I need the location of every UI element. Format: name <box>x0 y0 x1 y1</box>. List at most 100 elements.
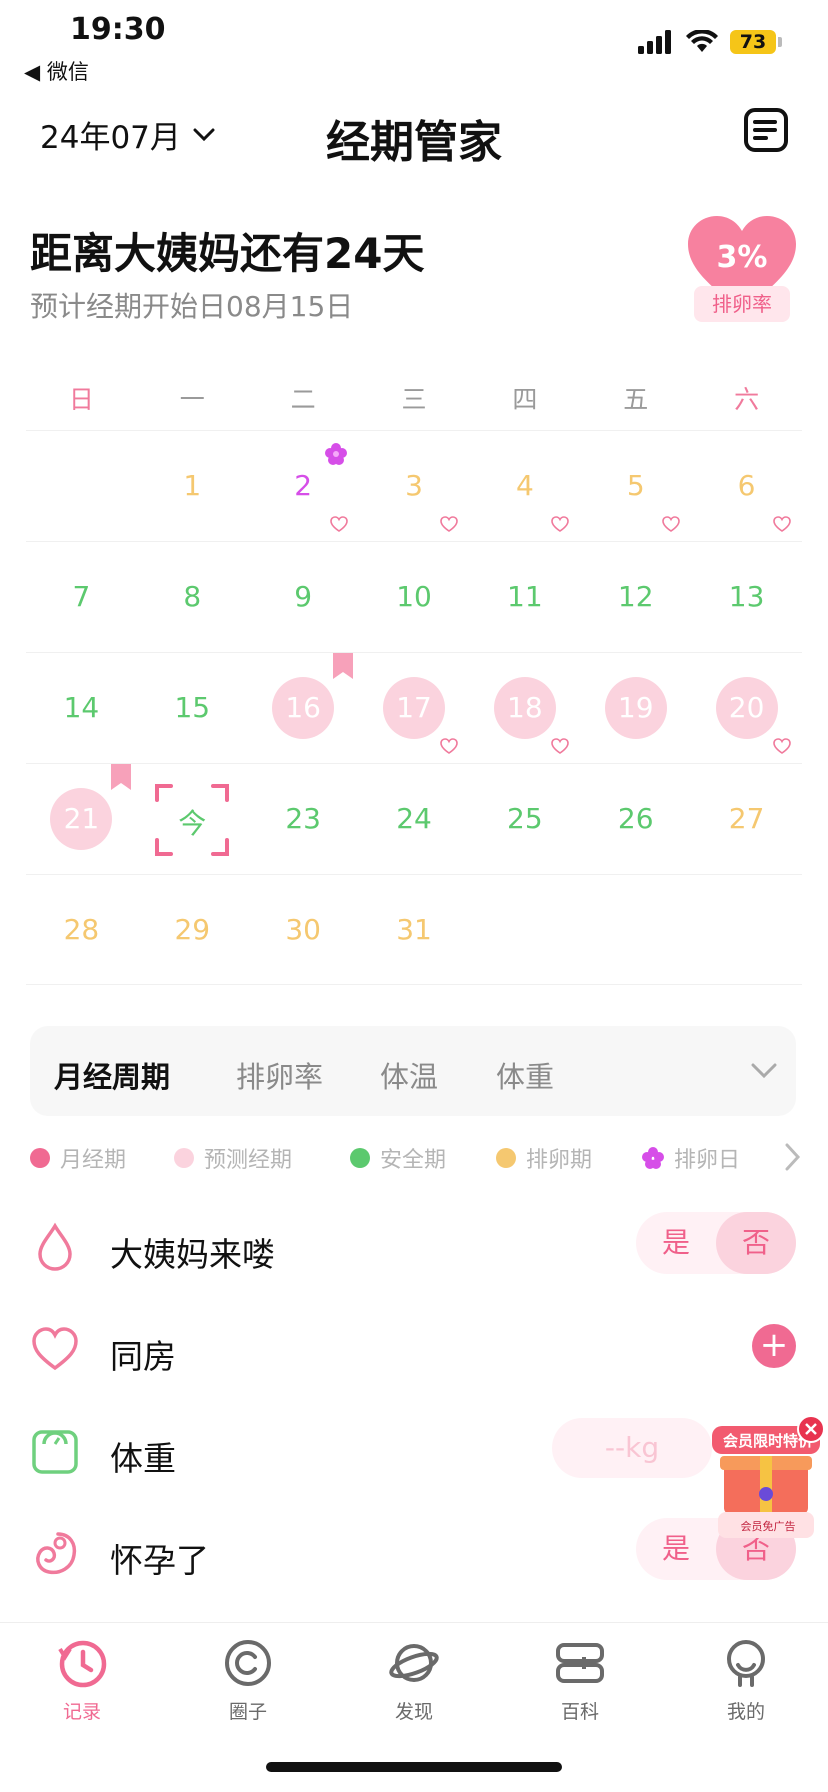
calendar-day[interactable]: 8 <box>137 542 248 652</box>
no-option[interactable]: 否 <box>716 1212 796 1274</box>
legend-dot <box>496 1148 516 1168</box>
notes-icon[interactable] <box>742 106 790 154</box>
calendar-day[interactable]: 2 <box>248 431 359 541</box>
chevron-right-icon[interactable] <box>782 1142 802 1172</box>
calendar-day[interactable]: 3 <box>359 431 470 541</box>
status-bar: 19:30 ◀ 微信 73 <box>0 0 828 88</box>
day-number: 5 <box>626 469 645 502</box>
legend-label: 排卵期 <box>526 1148 593 1173</box>
weight-input[interactable]: --kg <box>552 1418 712 1478</box>
chevron-down-icon[interactable] <box>750 1056 778 1084</box>
chart-tabs: 月经周期 排卵率 体温 体重 <box>30 1026 796 1116</box>
day-number: 23 <box>285 802 321 835</box>
calendar-day[interactable]: 16 <box>248 653 359 763</box>
legend-ovulation-day: 排卵日 <box>642 1142 740 1174</box>
heart-icon <box>32 1327 78 1371</box>
calendar-day[interactable]: 20 <box>691 653 802 763</box>
nav-circle[interactable]: 圈子 <box>188 1637 308 1724</box>
signal-icon <box>638 30 671 54</box>
fetus-icon <box>36 1532 77 1575</box>
battery-icon: 73 <box>730 30 782 54</box>
legend-period: 月经期 <box>30 1142 126 1174</box>
calendar-day[interactable]: 31 <box>359 875 470 984</box>
tab-menstrual-cycle[interactable]: 月经周期 <box>54 1054 170 1096</box>
nav-label: 我的 <box>726 1701 765 1723</box>
ovulation-day-icon <box>324 443 347 465</box>
calendar-day[interactable]: 21 <box>26 764 137 874</box>
tab-ovulation-rate[interactable]: 排卵率 <box>236 1054 323 1096</box>
calendar-day[interactable]: 26 <box>580 764 691 874</box>
close-icon[interactable] <box>796 1414 826 1444</box>
calendar-day-today[interactable]: 今 <box>137 764 248 874</box>
nav-wiki[interactable]: 百科 <box>520 1637 640 1724</box>
calendar-day[interactable]: 12 <box>580 542 691 652</box>
calendar-day[interactable]: 23 <box>248 764 359 874</box>
calendar-day[interactable]: 5 <box>580 431 691 541</box>
period-start-marker-icon <box>332 653 353 679</box>
calendar-day[interactable]: 29 <box>137 875 248 984</box>
calendar-day[interactable]: 4 <box>469 431 580 541</box>
calendar-day[interactable]: 17 <box>359 653 470 763</box>
nav-record[interactable]: 记录 <box>22 1637 142 1724</box>
legend-dot <box>350 1148 370 1168</box>
heart-outline-icon <box>773 738 791 754</box>
calendar-day[interactable]: 28 <box>26 875 137 984</box>
tab-weight[interactable]: 体重 <box>496 1054 554 1096</box>
calendar-day[interactable]: 15 <box>137 653 248 763</box>
calendar-day[interactable]: 13 <box>691 542 802 652</box>
day-number: 25 <box>507 802 543 835</box>
day-number: 28 <box>63 913 100 946</box>
day-number: 8 <box>183 580 202 613</box>
calendar-day[interactable]: 19 <box>580 653 691 763</box>
day-number: 9 <box>294 580 313 613</box>
calendar-day[interactable]: 18 <box>469 653 580 763</box>
calendar-week: 21 今 23 24 25 26 27 <box>26 763 802 874</box>
clock-history-icon <box>58 1640 107 1688</box>
legend-label: 月经期 <box>60 1148 127 1173</box>
day-number: 21 <box>63 802 100 835</box>
home-indicator <box>266 1762 562 1772</box>
add-button[interactable]: + <box>752 1324 796 1368</box>
calendar-day[interactable]: 25 <box>469 764 580 874</box>
nav-label: 百科 <box>560 1701 599 1723</box>
nav-mine[interactable]: 我的 <box>686 1637 806 1724</box>
calendar-day[interactable]: 24 <box>359 764 470 874</box>
calendar-empty-cell <box>26 431 137 541</box>
ovulation-rate-label: 排卵率 <box>694 286 790 322</box>
circle-community-icon <box>225 1640 271 1686</box>
calendar-day[interactable]: 27 <box>691 764 802 874</box>
nav-label: 记录 <box>62 1701 101 1723</box>
legend-label: 排卵日 <box>674 1148 741 1173</box>
day-number: 4 <box>515 469 534 502</box>
nav-discover[interactable]: 发现 <box>354 1637 474 1724</box>
period-countdown: 距离大姨妈还有24天 <box>30 229 425 278</box>
calendar-empty-cell <box>469 875 580 984</box>
record-weight: 体重 --kg <box>0 1412 828 1492</box>
record-label: 同房 <box>110 1337 176 1376</box>
calendar-week: 1 2 3 4 5 6 <box>26 430 802 541</box>
calendar-day[interactable]: 30 <box>248 875 359 984</box>
flower-icon <box>642 1147 664 1169</box>
record-label: 怀孕了 <box>110 1541 209 1580</box>
calendar-day[interactable]: 9 <box>248 542 359 652</box>
calendar-day[interactable]: 10 <box>359 542 470 652</box>
yes-option[interactable]: 是 <box>636 1518 716 1580</box>
yes-option[interactable]: 是 <box>636 1212 716 1274</box>
calendar-day[interactable]: 11 <box>469 542 580 652</box>
day-number: 30 <box>285 913 321 946</box>
period-end-marker-icon <box>110 764 131 790</box>
day-number: 11 <box>507 580 543 613</box>
back-to-wechat-link[interactable]: ◀ 微信 <box>24 56 89 86</box>
heart-outline-icon <box>662 516 680 532</box>
calendar-day[interactable]: 7 <box>26 542 137 652</box>
tab-temperature[interactable]: 体温 <box>380 1054 438 1096</box>
legend-safe: 安全期 <box>350 1142 446 1174</box>
calendar-day[interactable]: 1 <box>137 431 248 541</box>
calendar-week: 28 29 30 31 <box>26 874 802 985</box>
calendar-grid: 1 2 3 4 5 6 7 8 9 10 11 12 13 14 15 16 1… <box>26 430 802 985</box>
record-intimacy: 同房 + <box>0 1310 828 1390</box>
calendar-day[interactable]: 6 <box>691 431 802 541</box>
calendar-day[interactable]: 14 <box>26 653 137 763</box>
day-number: 2 <box>294 469 313 502</box>
day-number: 27 <box>728 802 765 835</box>
